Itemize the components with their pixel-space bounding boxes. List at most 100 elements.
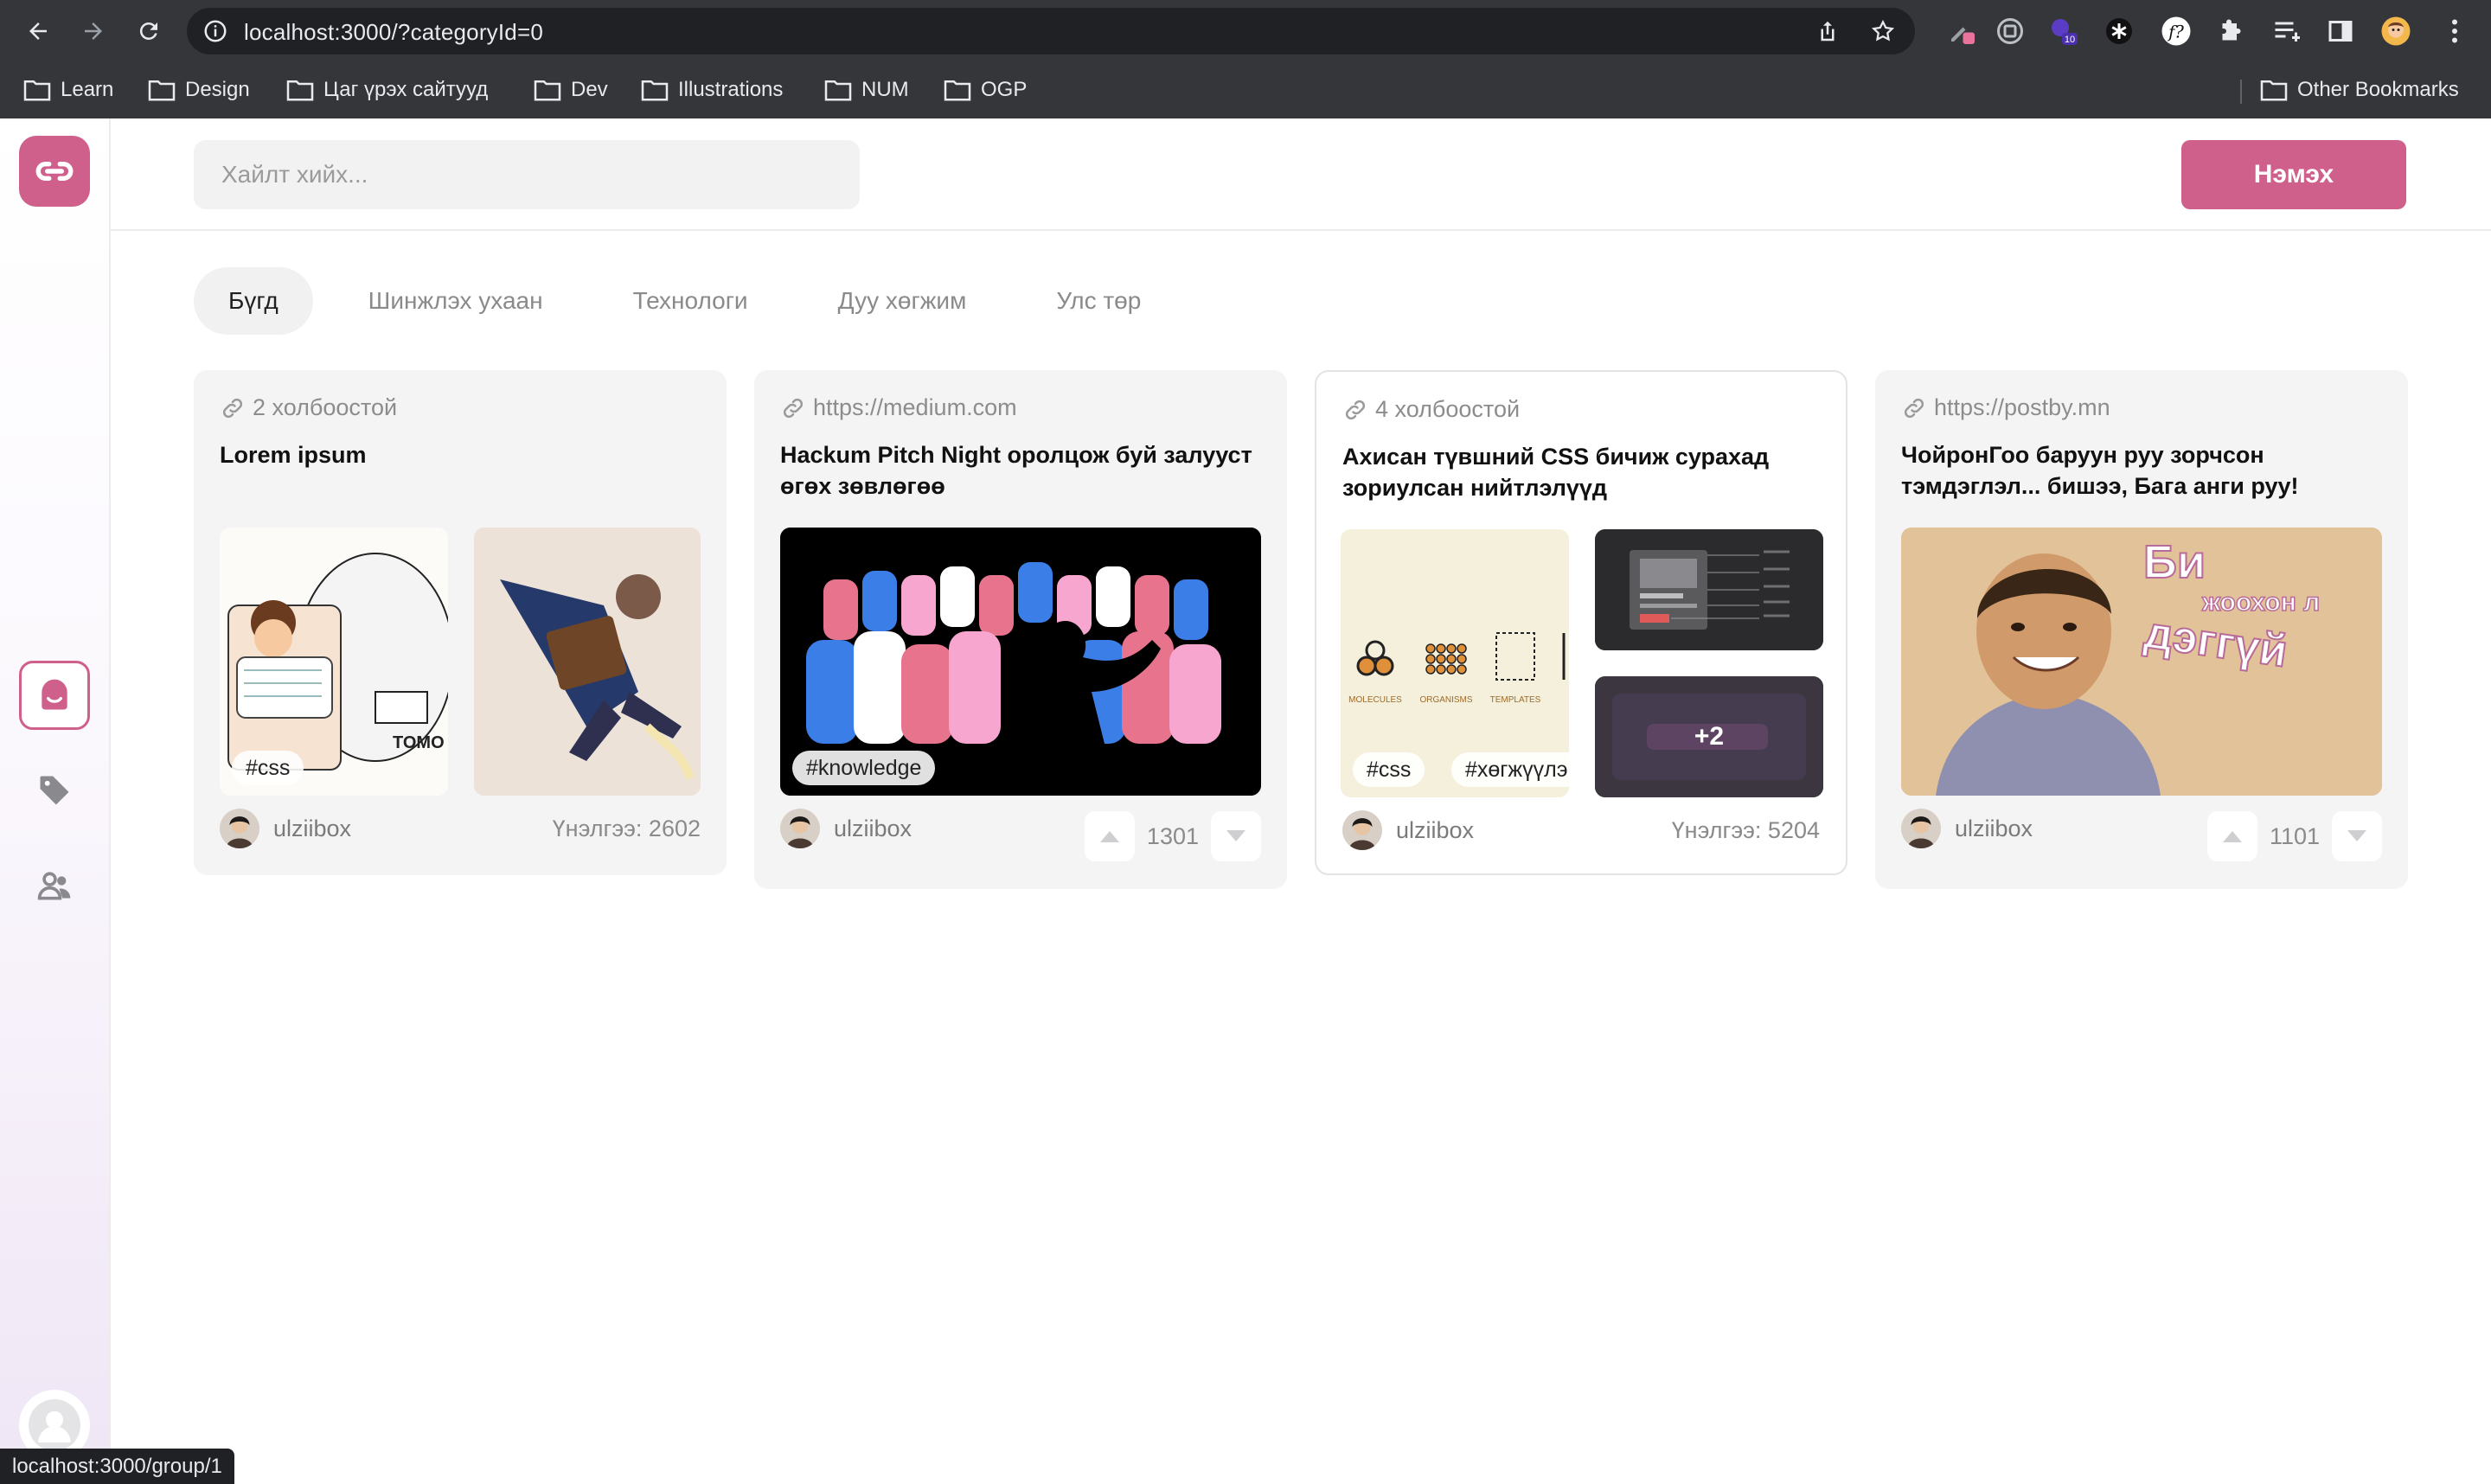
boy-photo: Би жоохон л дэггүй xyxy=(1901,528,2382,796)
author-avatar xyxy=(1342,810,1382,850)
font-extension-icon[interactable]: f? xyxy=(2159,14,2193,48)
tab-technology[interactable]: Технологи xyxy=(599,267,783,335)
reload-button[interactable] xyxy=(130,12,168,50)
menu-kebab-icon[interactable] xyxy=(2437,14,2472,48)
card-thumbnail[interactable]: MOLECULES ORGANISMS TEMPLATES #css #хөгж… xyxy=(1341,529,1569,797)
svg-text:f?: f? xyxy=(2167,22,2184,42)
more-links-thumbnail[interactable]: +2 xyxy=(1595,676,1823,797)
arrow-right-icon xyxy=(85,22,102,40)
pen-extension-icon[interactable] xyxy=(1944,14,1979,48)
link-card[interactable]: 4 холбоостой Ахисан түвшний CSS бичиж су… xyxy=(1315,370,1847,875)
tag-badge[interactable]: #knowledge xyxy=(792,751,936,785)
bookmark-folder-illustrations[interactable]: Illustrations xyxy=(640,74,783,106)
user-icon xyxy=(29,1399,80,1451)
vote-controls: 1101 xyxy=(2206,811,2382,861)
bookmark-folder-dev[interactable]: Dev xyxy=(533,74,608,106)
image-overlay-text: Би xyxy=(2143,536,2206,588)
purple-extension-icon[interactable]: 10 xyxy=(2046,14,2081,48)
bookmark-folder-design[interactable]: Design xyxy=(147,74,250,106)
card-thumbnail[interactable]: Би жоохон л дэггүй xyxy=(1901,528,2382,796)
card-author[interactable]: ulziibox xyxy=(780,809,912,848)
tab-all[interactable]: Бүгд xyxy=(194,267,313,335)
sidebar-item-tags[interactable] xyxy=(19,756,90,825)
sidebar-item-users[interactable] xyxy=(19,851,90,920)
vote-count: 1101 xyxy=(2269,822,2320,849)
tag-badge[interactable]: #css xyxy=(232,751,304,785)
rating-text: Үнэлгээ: 5204 xyxy=(1671,817,1820,843)
add-button[interactable]: Нэмэх xyxy=(2181,140,2406,209)
link-card[interactable]: 2 холбоостой Lorem ipsum TOMO #css ulzii… xyxy=(194,370,727,875)
folder-icon xyxy=(286,80,314,101)
back-button[interactable] xyxy=(19,12,57,50)
side-panel-icon[interactable] xyxy=(2323,14,2358,48)
window-extension-icon[interactable] xyxy=(1993,14,2027,48)
card-meta: 4 холбоостой xyxy=(1342,396,1520,423)
star-icon[interactable] xyxy=(1870,18,1896,44)
bookmarks-divider xyxy=(2240,80,2242,104)
reading-list-icon[interactable] xyxy=(2270,14,2304,48)
bookmark-folder-learn[interactable]: Learn xyxy=(22,74,113,106)
author-avatar xyxy=(1901,809,1941,848)
card-meta: https://medium.com xyxy=(780,394,1017,421)
downvote-button[interactable] xyxy=(1211,811,1261,861)
extension-badge: 10 xyxy=(2065,35,2075,45)
tab-music[interactable]: Дуу хөгжим xyxy=(804,267,1002,335)
link-icon xyxy=(1345,400,1366,419)
puzzle-extension-icon[interactable] xyxy=(2214,14,2249,48)
author-avatar xyxy=(220,809,259,848)
card-thumbnail[interactable] xyxy=(1595,529,1823,650)
browser-chrome: localhost:3000/?categoryId=0 10 f? Learn… xyxy=(0,0,2491,118)
link-card[interactable]: https://postby.mn ЧойронГоо баруун руу з… xyxy=(1875,370,2408,889)
vote-count: 1301 xyxy=(1146,822,1199,849)
card-author[interactable]: ulziibox xyxy=(1901,809,2033,848)
status-bar-url: localhost:3000/group/1 xyxy=(0,1449,234,1484)
profile-avatar-icon[interactable] xyxy=(2379,14,2413,48)
reload-icon xyxy=(139,22,157,40)
link-icon xyxy=(35,161,74,182)
topbar: Нэмэх xyxy=(111,118,2491,231)
tab-politics[interactable]: Улс төр xyxy=(1021,267,1175,335)
bookmark-folder-fun[interactable]: Цаг үрэх сайтууд xyxy=(285,74,488,106)
info-icon[interactable] xyxy=(202,18,228,44)
tab-science[interactable]: Шинжлэх ухаан xyxy=(334,267,578,335)
tag-badge[interactable]: #хөгжүүлэгч xyxy=(1451,752,1569,787)
folder-icon xyxy=(534,80,561,101)
folder-icon xyxy=(944,80,971,101)
bookmark-folder-other[interactable]: Other Bookmarks xyxy=(2259,74,2459,106)
bookmark-folder-num[interactable]: NUM xyxy=(823,74,909,106)
sidebar-item-home[interactable] xyxy=(19,661,90,730)
folder-icon xyxy=(148,80,176,101)
card-author[interactable]: ulziibox xyxy=(1342,810,1474,850)
forward-button[interactable] xyxy=(74,12,112,50)
card-title: Hackum Pitch Night оролцож буй залууст ө… xyxy=(780,442,1252,499)
card-title: Ахисан түвшний CSS бичиж сурахад зориулс… xyxy=(1342,444,1770,501)
running-man-illustration xyxy=(474,528,701,796)
caret-up-icon xyxy=(1099,831,1119,842)
bookmark-folder-ogp[interactable]: OGP xyxy=(943,74,1027,106)
app-logo[interactable] xyxy=(19,136,90,207)
more-count: +2 xyxy=(1694,722,1725,751)
card-title: ЧойронГоо баруун руу зорчсон тэмдэглэл..… xyxy=(1901,442,2299,499)
app-root: Нэмэх Бүгд Шинжлэх ухаан Технологи Дуу х… xyxy=(0,118,2491,1484)
asterisk-extension-icon[interactable] xyxy=(2102,14,2136,48)
search-input[interactable] xyxy=(194,140,860,209)
browser-toolbar: localhost:3000/?categoryId=0 10 f? xyxy=(0,0,2491,61)
card-thumbnail[interactable]: #knowledge xyxy=(780,528,1261,796)
card-thumbnail[interactable]: TOMO #css xyxy=(220,528,448,796)
downvote-button[interactable] xyxy=(2332,811,2382,861)
vote-controls: 1301 xyxy=(1084,811,1261,861)
users-icon xyxy=(37,872,71,900)
caret-up-icon xyxy=(2222,831,2242,842)
arrow-left-icon xyxy=(29,22,47,40)
card-thumbnail[interactable] xyxy=(474,528,701,796)
tag-badge[interactable]: #css xyxy=(1353,752,1425,787)
caret-down-icon xyxy=(2347,830,2366,841)
upvote-button[interactable] xyxy=(1084,811,1135,861)
smile-box-icon xyxy=(42,679,67,710)
link-card[interactable]: https://medium.com Hackum Pitch Night ор… xyxy=(754,370,1287,889)
address-bar[interactable]: localhost:3000/?categoryId=0 xyxy=(187,8,1915,54)
bookmarks-bar: Learn Design Цаг үрэх сайтууд Dev Illust… xyxy=(0,64,2491,116)
share-icon[interactable] xyxy=(1815,18,1841,44)
card-author[interactable]: ulziibox xyxy=(220,809,351,848)
upvote-button[interactable] xyxy=(2206,811,2257,861)
